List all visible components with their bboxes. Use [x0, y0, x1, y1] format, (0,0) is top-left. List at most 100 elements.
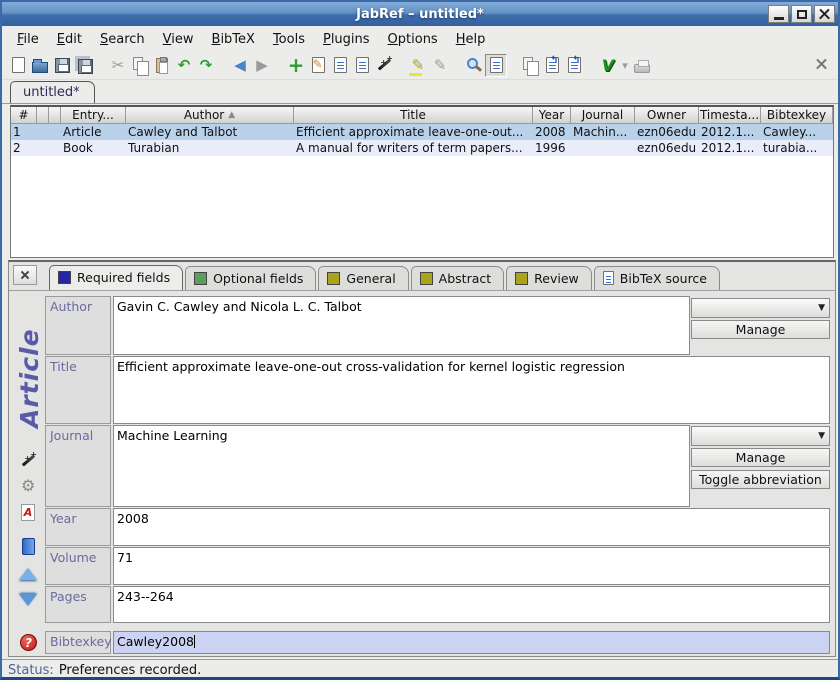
tab-general[interactable]: General: [318, 266, 408, 290]
menu-bibtex[interactable]: BibTeX: [203, 30, 264, 49]
journal-field[interactable]: Machine Learning: [113, 425, 690, 507]
cell-icon1: [37, 124, 49, 140]
question-glyph: ?: [20, 634, 37, 651]
toggle-search-icon[interactable]: [485, 54, 507, 77]
tab-optional-fields[interactable]: Optional fields: [185, 266, 316, 290]
maximize-button[interactable]: [791, 5, 812, 23]
col-journal[interactable]: Journal: [571, 107, 635, 124]
tab-abstract[interactable]: Abstract: [411, 266, 504, 290]
abstract-swatch-icon: [420, 272, 433, 285]
tab-bibtex-source[interactable]: BibTeX source: [594, 266, 720, 290]
menu-tools[interactable]: Tools: [264, 30, 314, 49]
entry-editor: Required fields Optional fields General …: [8, 260, 836, 657]
push-to-vim-icon[interactable]: V: [597, 54, 619, 77]
col-icon1[interactable]: [37, 107, 49, 124]
tab-untitled[interactable]: untitled*: [10, 81, 95, 103]
new-entry-icon[interactable]: +: [285, 54, 307, 77]
edit-preamble-icon[interactable]: [329, 54, 351, 77]
author-field[interactable]: Gavin C. Cawley and Nicola L. C. Talbot: [113, 296, 690, 355]
bibtexkey-field[interactable]: Cawley2008: [113, 631, 830, 654]
col-title[interactable]: Title: [294, 107, 533, 124]
clipboard-glyph: [156, 58, 168, 73]
tab-review[interactable]: Review: [506, 266, 592, 290]
cell-journal: [571, 140, 635, 156]
table-row[interactable]: 2 Book Turabian A manual for writers of …: [11, 140, 833, 156]
help-icon[interactable]: ?: [20, 634, 37, 651]
col-timestamp[interactable]: Timesta...: [699, 107, 761, 124]
mark-entries-icon[interactable]: ✎: [407, 54, 429, 77]
year-field[interactable]: 2008: [113, 508, 830, 546]
edit-strings-icon[interactable]: [351, 54, 373, 77]
menu-edit[interactable]: Edit: [48, 30, 91, 49]
save-all-icon[interactable]: [73, 54, 95, 77]
minimize-icon: [774, 17, 784, 20]
menu-search[interactable]: Search: [91, 30, 154, 49]
previous-entry-icon[interactable]: [19, 568, 37, 580]
search-icon[interactable]: [463, 54, 485, 77]
journal-combobox[interactable]: ▼: [691, 426, 830, 446]
page-glyph: [12, 57, 25, 73]
copy-icon[interactable]: [129, 54, 151, 77]
col-bibtexkey[interactable]: Bibtexkey: [761, 107, 833, 124]
cell-year: 1996: [533, 140, 571, 156]
save-database-icon[interactable]: [51, 54, 73, 77]
cut-icon[interactable]: ✂: [107, 54, 129, 77]
table-row[interactable]: 1 Article Cawley and Talbot Efficient ap…: [11, 124, 833, 140]
forward-icon[interactable]: ▶: [251, 54, 273, 77]
cell-timestamp: 2012.1...: [699, 140, 761, 156]
maximize-icon: [797, 10, 807, 19]
optional-swatch-icon: [194, 272, 207, 285]
toolbar-close-icon[interactable]: [815, 58, 828, 71]
copy-citation-icon[interactable]: [519, 54, 541, 77]
minimize-button[interactable]: [768, 5, 789, 23]
gear-icon[interactable]: ⚙: [21, 476, 35, 495]
bibtexkey-value: Cawley2008: [117, 634, 194, 649]
journal-manage-button[interactable]: Manage: [691, 448, 830, 467]
dropdown-arrow-icon[interactable]: ▾: [619, 54, 631, 77]
col-owner[interactable]: Owner: [635, 107, 699, 124]
pages-field[interactable]: 243--264: [113, 586, 830, 623]
general-swatch-icon: [327, 272, 340, 285]
next-entry-icon[interactable]: [19, 594, 37, 606]
title-label: Title: [45, 356, 111, 424]
menu-options[interactable]: Options: [379, 30, 447, 49]
generate-key-wand-icon[interactable]: ++: [19, 452, 37, 470]
pdf-icon[interactable]: A: [21, 504, 35, 521]
new-database-icon[interactable]: [7, 54, 29, 77]
source-icon: [603, 271, 614, 285]
write-xmp-icon[interactable]: [22, 538, 35, 555]
paste-icon[interactable]: [151, 54, 173, 77]
author-combobox[interactable]: ▼: [691, 298, 830, 318]
menu-bar: File Edit Search View BibTeX Tools Plugi…: [2, 28, 838, 51]
col-year[interactable]: Year: [533, 107, 571, 124]
edit-entry-icon[interactable]: ✎: [307, 54, 329, 77]
redo-icon[interactable]: ↷: [195, 54, 217, 77]
open-database-icon[interactable]: [29, 54, 51, 77]
menu-help[interactable]: Help: [447, 30, 495, 49]
push-to-winedt-icon[interactable]: ↰: [563, 54, 585, 77]
menu-plugins[interactable]: Plugins: [314, 30, 379, 49]
menu-file[interactable]: File: [8, 30, 48, 49]
title-field[interactable]: Efficient approximate leave-one-out cros…: [113, 356, 830, 424]
cell-owner: ezn06edu: [635, 140, 699, 156]
col-author[interactable]: Author▲: [126, 107, 294, 124]
close-button[interactable]: [814, 5, 835, 23]
window-title: JabRef – untitled*: [356, 7, 484, 22]
folder-glyph: [32, 62, 48, 73]
col-number[interactable]: #: [11, 107, 37, 124]
author-manage-button[interactable]: Manage: [691, 320, 830, 339]
tab-required-fields[interactable]: Required fields: [49, 265, 183, 290]
push-to-lyx-icon[interactable]: ↰: [541, 54, 563, 77]
col-icon2[interactable]: [49, 107, 61, 124]
wand-icon[interactable]: ++: [373, 54, 395, 77]
undo-icon[interactable]: ↶: [173, 54, 195, 77]
volume-field[interactable]: 71: [113, 547, 830, 585]
print-icon[interactable]: [631, 54, 653, 77]
col-entrytype[interactable]: Entry...: [61, 107, 126, 124]
printer-glyph: [634, 64, 650, 73]
toggle-abbreviation-button[interactable]: Toggle abbreviation: [691, 470, 830, 489]
unmark-entries-icon[interactable]: ✎: [429, 54, 451, 77]
menu-view[interactable]: View: [154, 30, 203, 49]
back-icon[interactable]: ◀: [229, 54, 251, 77]
title-bar[interactable]: JabRef – untitled*: [2, 2, 838, 26]
